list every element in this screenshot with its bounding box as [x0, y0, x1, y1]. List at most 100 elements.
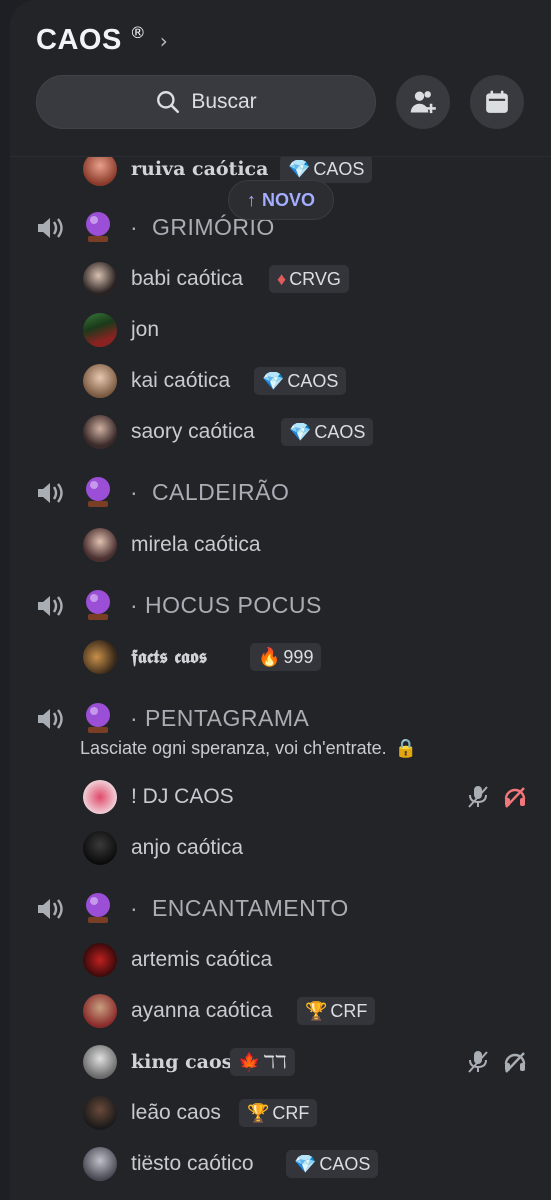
- voice-channel[interactable]: · PENTAGRAMA: [10, 697, 551, 741]
- voice-status: [467, 785, 527, 809]
- avatar: [83, 1096, 117, 1130]
- channel-name: · CALDEIRÃO: [130, 479, 290, 505]
- list-item[interactable]: artemis caótica: [10, 938, 551, 982]
- voice-activity-icon: [38, 709, 63, 729]
- member-panel: CAOS ® › Buscar ↑ NOVO ruiva caótica 💎 C…: [10, 0, 551, 1200]
- member-name: mirela caótica: [131, 533, 261, 556]
- server-tag: 💎 CAOS: [281, 418, 374, 446]
- voice-status: [467, 1050, 527, 1074]
- member-name: ! DJ CAOS: [131, 785, 234, 808]
- server-tag: 🏆 CRF: [297, 997, 376, 1025]
- list-item[interactable]: babi caótica ♦ CRVG: [10, 257, 551, 301]
- list-item[interactable]: jon: [10, 308, 551, 352]
- member-name: jon: [131, 318, 160, 341]
- channel-name: · ENCANTAMENTO: [130, 895, 349, 921]
- member-name: saory caótica: [131, 420, 255, 443]
- avatar: [83, 364, 117, 398]
- server-tag: 💎 CAOS: [280, 155, 373, 183]
- fire-icon: 🔥: [258, 646, 281, 667]
- arrow-up-icon: ↑: [246, 189, 256, 210]
- member-name: kai caótica: [131, 369, 231, 392]
- server-tag: 🔥 999: [250, 643, 322, 671]
- events-calendar-icon: [486, 90, 508, 113]
- voice-activity-icon: [38, 218, 63, 238]
- invite-members-button[interactable]: [396, 75, 450, 129]
- list-item[interactable]: saory caótica 💎 CAOS: [10, 410, 551, 454]
- avatar: [83, 1045, 117, 1079]
- list-item[interactable]: mirela caótica: [10, 523, 551, 567]
- list-item[interactable]: anjo caótica: [10, 826, 551, 870]
- muted-mic-icon: [468, 786, 488, 808]
- search-button[interactable]: Buscar: [36, 75, 376, 129]
- lock-icon: 🔒: [394, 738, 418, 758]
- avatar: [83, 831, 117, 865]
- headphones-off-icon: [504, 1052, 526, 1073]
- voice-channel[interactable]: · ENCANTAMENTO: [10, 887, 551, 931]
- list-item[interactable]: leão caos 🏆 CRF: [10, 1091, 551, 1135]
- invite-members-icon: [410, 91, 436, 114]
- trophy-icon: 🏆: [247, 1102, 270, 1123]
- crystal-ball-icon: [86, 893, 110, 923]
- list-item[interactable]: 𝐤𝐢𝐧𝐠 𝐜𝐚𝐨𝐬 🍁 ℸℸ: [10, 1040, 551, 1084]
- avatar: [83, 780, 117, 814]
- member-name: 𝖋𝖆𝖈𝖙𝖘 𝖈𝖆𝖔𝖘: [131, 646, 208, 668]
- server-tag: ♦ CRVG: [269, 265, 349, 293]
- list-item[interactable]: kai caótica 💎 CAOS: [10, 359, 551, 403]
- channel-topic: Lasciate ogni speranza, voi ch'entrate. …: [80, 738, 417, 759]
- voice-channel-list: ruiva caótica 💎 CAOS · GRIMÓRIO babi caó…: [10, 152, 551, 1200]
- avatar: [83, 152, 117, 186]
- member-name: ruiva caótica: [131, 158, 269, 180]
- search-icon: [157, 91, 180, 114]
- voice-activity-icon: [38, 596, 63, 616]
- mic-off-icon: [468, 1051, 488, 1073]
- server-tag: 🏆 CRF: [239, 1099, 318, 1127]
- list-item[interactable]: 𝖋𝖆𝖈𝖙𝖘 𝖈𝖆𝖔𝖘 🔥 999: [10, 635, 551, 679]
- avatar: [83, 1147, 117, 1181]
- avatar: [83, 943, 117, 977]
- deafened-headphones-icon: [504, 787, 526, 808]
- list-item[interactable]: tiësto caótico 💎 CAOS: [10, 1142, 551, 1186]
- registered-mark: ®: [129, 23, 146, 42]
- crystal-ball-icon: [86, 703, 110, 733]
- new-label: NOVO: [261, 189, 315, 210]
- server-tag: 🍁 ℸℸ: [230, 1048, 295, 1076]
- search-label: Buscar: [191, 90, 257, 113]
- member-name: babi caótica: [131, 267, 244, 290]
- crystal-ball-icon: [86, 590, 110, 620]
- diamond-icon: ♦: [277, 268, 287, 289]
- member-name: 𝐤𝐢𝐧𝐠 𝐜𝐚𝐨𝐬: [131, 1051, 233, 1073]
- member-name: leão caos: [131, 1101, 221, 1124]
- server-tag: 💎 CAOS: [286, 1150, 379, 1178]
- channel-name: · HOCUS POCUS: [130, 592, 322, 618]
- avatar: [83, 415, 117, 449]
- chevron-right-icon: ›: [159, 28, 168, 53]
- avatar: [83, 994, 117, 1028]
- avatar: [83, 640, 117, 674]
- server-header: CAOS ® › Buscar: [10, 0, 551, 157]
- server-title[interactable]: CAOS ® ›: [36, 23, 168, 57]
- gem-icon: 💎: [288, 158, 311, 179]
- channel-topic-text: Lasciate ogni speranza, voi ch'entrate.: [80, 738, 387, 758]
- avatar: [83, 528, 117, 562]
- member-name: tiësto caótico: [131, 1152, 254, 1175]
- new-messages-pill[interactable]: ↑ NOVO: [228, 180, 334, 220]
- member-name: artemis caótica: [131, 948, 273, 971]
- voice-activity-icon: [38, 899, 63, 919]
- voice-channel[interactable]: · CALDEIRÃO: [10, 471, 551, 515]
- list-item[interactable]: ayanna caótica 🏆 CRF: [10, 989, 551, 1033]
- member-name: anjo caótica: [131, 836, 244, 859]
- trophy-icon: 🏆: [305, 1000, 328, 1021]
- voice-channel[interactable]: · HOCUS POCUS: [10, 584, 551, 628]
- member-name: ayanna caótica: [131, 999, 273, 1022]
- server-tag: 💎 CAOS: [254, 367, 347, 395]
- leaf-icon: 🍁: [238, 1051, 261, 1072]
- channel-name: · PENTAGRAMA: [130, 705, 310, 731]
- voice-activity-icon: [38, 483, 63, 503]
- gem-icon: 💎: [289, 421, 312, 442]
- gem-icon: 💎: [294, 1153, 317, 1174]
- avatar: [83, 262, 117, 296]
- crystal-ball-icon: [86, 477, 110, 507]
- crystal-ball-icon: [86, 212, 110, 242]
- list-item[interactable]: ! DJ CAOS: [10, 775, 551, 819]
- events-button[interactable]: [470, 75, 524, 129]
